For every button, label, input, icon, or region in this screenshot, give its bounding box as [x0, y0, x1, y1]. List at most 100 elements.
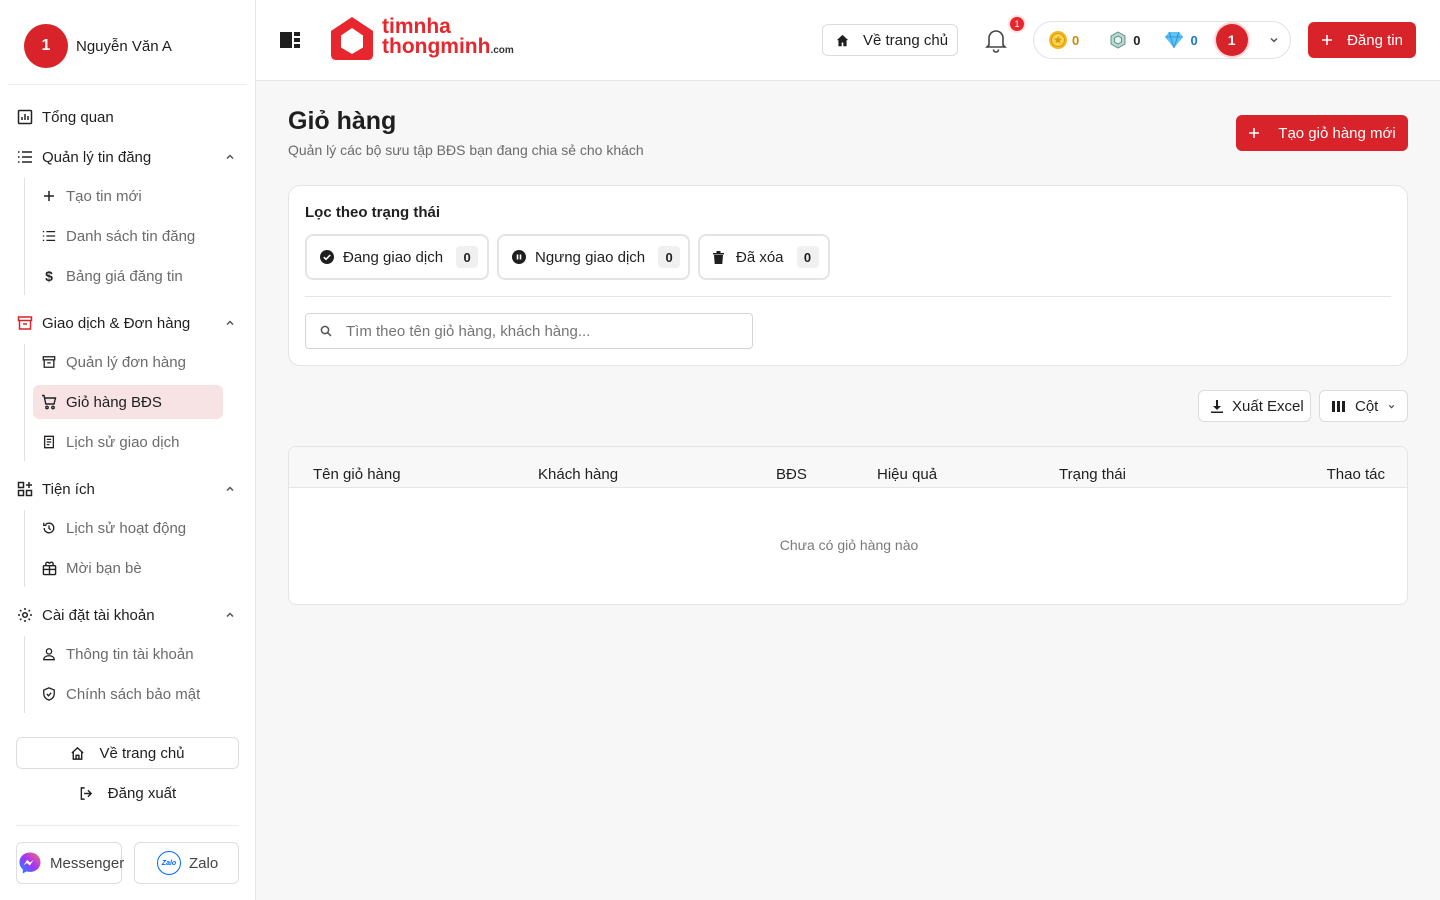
- trash-icon: [713, 250, 724, 264]
- sidebar-toggle-icon[interactable]: [280, 31, 300, 49]
- post-listing-button[interactable]: Đăng tin: [1308, 22, 1416, 58]
- cart-table: Tên giỏ hàng Khách hàng BĐS Hiệu quả Trạ…: [288, 446, 1408, 605]
- logout-icon: [79, 786, 94, 801]
- sidebar-item-label: Thông tin tài khoản: [66, 645, 194, 663]
- notification-button[interactable]: 1: [984, 17, 1024, 53]
- sidebar-item-invite-friends[interactable]: Mời bạn bè: [33, 551, 223, 585]
- sidebar-item-label: Danh sách tin đăng: [66, 227, 196, 245]
- sidebar-item-create-listing[interactable]: Tạo tin mới: [33, 179, 223, 213]
- sidebar-item-overview[interactable]: Tổng quan: [16, 105, 242, 129]
- download-icon: [1211, 399, 1223, 413]
- logo-text-main: thongminh: [382, 35, 491, 58]
- plus-icon: [1248, 127, 1260, 139]
- columns-icon: [1332, 400, 1345, 412]
- filter-chip-paused[interactable]: Ngưng giao dịch 0: [497, 234, 690, 280]
- diamond-icon: [1164, 31, 1184, 49]
- filter-chip-count: 0: [456, 246, 479, 268]
- sidebar-item-label: Bảng giá đăng tin: [66, 267, 183, 285]
- home-link-button[interactable]: Về trang chủ: [822, 24, 958, 56]
- logo-house-icon: [329, 15, 375, 63]
- sidebar-item-pricing[interactable]: $ Bảng giá đăng tin: [33, 259, 223, 293]
- home-icon: [70, 746, 85, 761]
- user-name: Nguyễn Văn A: [76, 37, 172, 55]
- sidebar-group-listings[interactable]: Quản lý tin đăng: [16, 145, 242, 169]
- empty-state: Chưa có giỏ hàng nào: [779, 537, 919, 553]
- sidebar-item-label: Lịch sử hoạt động: [66, 519, 187, 537]
- wallet-balance[interactable]: 0 0 0 1: [1033, 21, 1291, 59]
- chevron-down-icon[interactable]: [1268, 34, 1280, 46]
- home-button[interactable]: Về trang chủ: [16, 737, 239, 769]
- filter-chip-count: 0: [796, 246, 819, 268]
- avatar[interactable]: 1: [1215, 24, 1248, 56]
- list-icon: [41, 228, 57, 244]
- avatar[interactable]: 1: [24, 24, 68, 68]
- user-profile[interactable]: 1 Nguyễn Văn A: [24, 24, 172, 68]
- plus-icon: [41, 188, 57, 204]
- divider: [305, 296, 1391, 297]
- sidebar-item-order-management[interactable]: Quản lý đơn hàng: [33, 345, 223, 379]
- create-cart-button[interactable]: Tạo giỏ hàng mới: [1236, 115, 1408, 151]
- column-header-performance[interactable]: Hiệu quả: [877, 466, 937, 483]
- filter-chip-label: Ngưng giao dịch: [535, 248, 646, 266]
- page-subtitle: Quản lý các bộ sưu tập BĐS bạn đang chia…: [288, 142, 644, 158]
- sidebar-item-listings[interactable]: Danh sách tin đăng: [33, 219, 223, 253]
- filter-title: Lọc theo trạng thái: [305, 204, 440, 221]
- divider: [16, 825, 239, 826]
- tree-line: [24, 510, 25, 587]
- site-logo[interactable]: timnha thongminh.com: [329, 15, 514, 63]
- sidebar-group-utilities[interactable]: Tiện ích: [16, 477, 242, 501]
- dollar-icon: $: [45, 268, 53, 284]
- logo-text-suffix: .com: [490, 45, 514, 56]
- zalo-button[interactable]: Zalo Zalo: [134, 842, 239, 884]
- sidebar: 1 Nguyễn Văn A Tổng quan Quản lý tin đăn…: [0, 0, 256, 900]
- home-button-label: Về trang chủ: [99, 744, 185, 762]
- hex-balance: 0: [1109, 31, 1140, 49]
- search-box[interactable]: [305, 313, 753, 349]
- column-header-customer[interactable]: Khách hàng: [538, 466, 618, 483]
- page-title: Giỏ hàng: [288, 107, 397, 135]
- chevron-up-icon[interactable]: [224, 609, 236, 621]
- column-header-actions: Thao tác: [1326, 466, 1385, 483]
- sidebar-item-transaction-history[interactable]: Lịch sử giao dịch: [33, 425, 223, 459]
- sidebar-group-orders[interactable]: Giao dịch & Đơn hàng: [16, 311, 242, 335]
- messenger-button[interactable]: Messenger: [16, 842, 125, 884]
- columns-button[interactable]: Cột: [1319, 390, 1408, 422]
- gear-icon: [16, 606, 34, 624]
- sidebar-item-label: Quản lý đơn hàng: [66, 353, 186, 371]
- sidebar-item-property-cart[interactable]: Giỏ hàng BĐS: [33, 385, 223, 419]
- column-header-status[interactable]: Trạng thái: [1059, 466, 1126, 483]
- column-header-cart-name[interactable]: Tên giỏ hàng: [313, 466, 401, 483]
- sidebar-item-label: Chính sách bảo mật: [66, 685, 201, 703]
- archive-icon: [16, 314, 34, 332]
- messenger-label: Messenger: [50, 854, 125, 872]
- tree-line: [24, 344, 25, 461]
- home-link-label: Về trang chủ: [863, 31, 949, 49]
- sidebar-item-activity-history[interactable]: Lịch sử hoạt động: [33, 511, 223, 545]
- sidebar-group-label: Cài đặt tài khoản: [42, 606, 155, 624]
- filter-chip-active[interactable]: Đang giao dịch 0: [305, 234, 489, 280]
- pause-circle-icon: [512, 250, 526, 264]
- home-icon: [836, 34, 849, 47]
- logout-button-label: Đăng xuất: [107, 784, 177, 802]
- logo-text-top: timnha: [382, 15, 451, 38]
- filter-chip-label: Đã xóa: [736, 248, 784, 266]
- logout-button[interactable]: Đăng xuất: [16, 777, 239, 809]
- filter-chip-deleted[interactable]: Đã xóa 0: [698, 234, 830, 280]
- post-listing-label: Đăng tin: [1347, 31, 1403, 49]
- history-icon: [41, 520, 57, 536]
- chevron-up-icon[interactable]: [224, 151, 236, 163]
- sidebar-item-account-info[interactable]: Thông tin tài khoản: [33, 637, 223, 671]
- table-header: Tên giỏ hàng Khách hàng BĐS Hiệu quả Trạ…: [289, 447, 1407, 488]
- chevron-up-icon[interactable]: [224, 483, 236, 495]
- coin-icon: [1048, 30, 1068, 50]
- logo-text-bottom: thongminh.com: [382, 35, 514, 61]
- export-excel-button[interactable]: Xuất Excel: [1198, 390, 1311, 422]
- sidebar-item-security-policy[interactable]: Chính sách bảo mật: [33, 677, 223, 711]
- search-icon: [320, 325, 332, 337]
- filter-chip-label: Đang giao dịch: [343, 248, 444, 266]
- sidebar-group-account-settings[interactable]: Cài đặt tài khoản: [16, 603, 242, 627]
- search-input[interactable]: [346, 322, 726, 340]
- chevron-up-icon[interactable]: [224, 317, 236, 329]
- column-header-properties[interactable]: BĐS: [776, 466, 807, 483]
- messenger-icon: [18, 851, 42, 875]
